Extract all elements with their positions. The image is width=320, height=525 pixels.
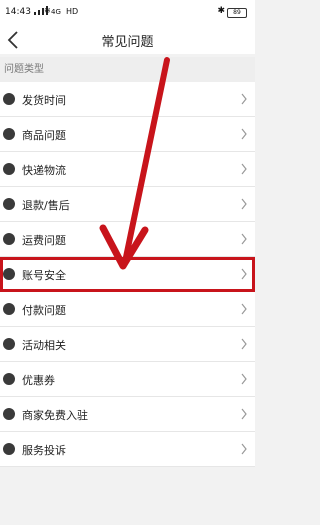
chevron-right-icon — [241, 128, 247, 140]
network-type: 4G — [51, 8, 61, 16]
shield-icon — [3, 268, 15, 280]
list-item-label: 商品问题 — [22, 129, 66, 142]
chevron-right-icon — [241, 268, 247, 280]
list-item-9[interactable]: 优惠券 — [0, 362, 255, 397]
list-item-11[interactable]: 服务投诉 — [0, 432, 255, 467]
refund-icon — [3, 198, 15, 210]
shipping-fee-icon — [3, 233, 15, 245]
chevron-right-icon — [241, 443, 247, 455]
list-item-7[interactable]: 付款问题 — [0, 292, 255, 327]
list-item-1[interactable]: 发货时间 — [0, 82, 255, 117]
status-bar: 14:43 ≋ 4G HD ✱ 89 — [0, 0, 255, 26]
chevron-right-icon — [241, 303, 247, 315]
wifi-icon: ≋ — [44, 6, 51, 15]
truck-icon — [3, 163, 15, 175]
battery-icon: 89 — [227, 8, 247, 18]
list-item-label: 发货时间 — [22, 94, 66, 107]
chevron-right-icon — [241, 338, 247, 350]
payment-icon — [3, 303, 15, 315]
page-title: 常见问题 — [101, 35, 154, 50]
gift-icon — [3, 338, 15, 350]
chevron-right-icon — [241, 198, 247, 210]
list-item-5[interactable]: 运费问题 — [0, 222, 255, 257]
nav-bar: 常见问题 — [0, 26, 255, 54]
complaint-icon — [3, 443, 15, 455]
chevron-right-icon — [241, 373, 247, 385]
list-item-label: 运费问题 — [22, 234, 66, 247]
status-time: 14:43 — [5, 7, 31, 17]
hd-indicator: HD — [66, 7, 79, 16]
bluetooth-icon: ✱ — [217, 6, 225, 16]
faq-list: 发货时间 商品问题 快递物流 退款/售后 运费问题 账号安全 付款问题 活动相关… — [0, 82, 255, 467]
chevron-right-icon — [241, 233, 247, 245]
list-item-4[interactable]: 退款/售后 — [0, 187, 255, 222]
product-icon — [3, 128, 15, 140]
list-item-3[interactable]: 快递物流 — [0, 152, 255, 187]
chevron-right-icon — [241, 163, 247, 175]
list-item-2[interactable]: 商品问题 — [0, 117, 255, 152]
list-item-label: 快递物流 — [22, 164, 66, 177]
list-item-8[interactable]: 活动相关 — [0, 327, 255, 362]
list-item-label: 商家免费入驻 — [22, 409, 88, 422]
store-icon — [3, 408, 15, 420]
coupon-icon — [3, 373, 15, 385]
list-item-label: 账号安全 — [22, 269, 66, 282]
list-item-label: 服务投诉 — [22, 444, 66, 457]
list-item-label: 付款问题 — [22, 304, 66, 317]
list-item-label: 活动相关 — [22, 339, 66, 352]
list-item-6[interactable]: 账号安全 — [0, 257, 255, 292]
list-item-label: 退款/售后 — [22, 199, 70, 212]
section-header: 问题类型 — [0, 57, 255, 82]
chevron-right-icon — [241, 93, 247, 105]
list-item-label: 优惠券 — [22, 374, 55, 387]
list-item-10[interactable]: 商家免费入驻 — [0, 397, 255, 432]
shipping-time-icon — [3, 93, 15, 105]
chevron-right-icon — [241, 408, 247, 420]
